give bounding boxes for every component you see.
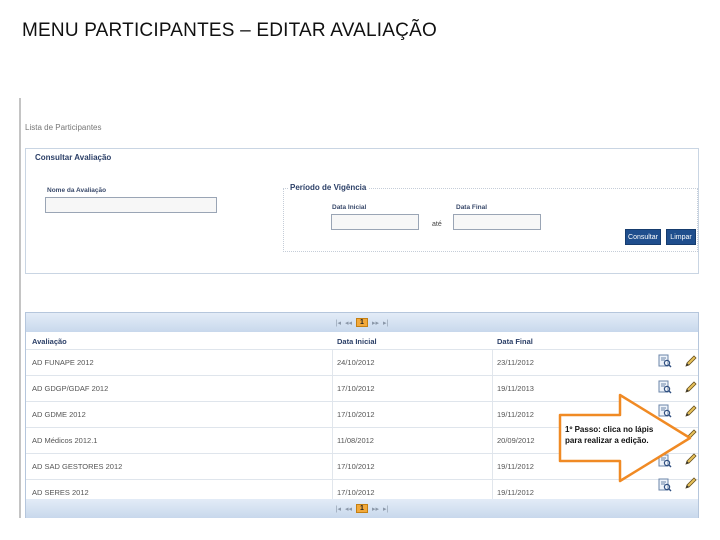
- start-date-label: Data Inicial: [332, 204, 367, 211]
- column-divider: [492, 402, 493, 428]
- pager-current-page[interactable]: 1: [356, 504, 368, 513]
- row-start-date: 17/10/2012: [337, 410, 375, 419]
- column-header-start-date[interactable]: Data Inicial: [337, 337, 377, 346]
- row-evaluation-name: AD SAD GESTORES 2012: [32, 462, 123, 471]
- row-end-date: 20/09/2012: [497, 436, 535, 445]
- left-border: [19, 98, 21, 518]
- column-divider: [332, 402, 333, 428]
- pager-bottom: |◂ ◂◂ 1 ▸▸ ▸|: [26, 499, 698, 518]
- between-text: até: [432, 221, 442, 228]
- row-end-date: 19/11/2012: [497, 488, 534, 497]
- clear-button[interactable]: Limpar: [666, 229, 696, 245]
- magnifier-document-icon[interactable]: [658, 380, 672, 394]
- row-start-date: 11/08/2012: [337, 436, 374, 445]
- row-evaluation-name: AD GDME 2012: [32, 410, 86, 419]
- column-divider: [492, 350, 493, 376]
- row-end-date: 19/11/2012: [497, 410, 534, 419]
- column-divider: [332, 376, 333, 402]
- row-evaluation-name: AD FUNAPE 2012: [32, 358, 94, 367]
- row-start-date: 17/10/2012: [337, 488, 375, 497]
- column-header-evaluation[interactable]: Avaliação: [32, 337, 67, 346]
- pager-next-button[interactable]: ▸▸: [372, 319, 379, 327]
- column-header-end-date[interactable]: Data Final: [497, 337, 533, 346]
- period-legend: Período de Vigência: [288, 183, 369, 192]
- pager-last-button[interactable]: ▸|: [383, 319, 388, 327]
- row-evaluation-name: AD SERES 2012: [32, 488, 89, 497]
- search-legend: Consultar Avaliação: [33, 153, 114, 162]
- page-label: Lista de Participantes: [25, 123, 102, 132]
- row-start-date: 24/10/2012: [337, 358, 375, 367]
- row-end-date: 23/11/2012: [497, 358, 534, 367]
- table-header: Avaliação Data Inicial Data Final: [26, 333, 698, 346]
- pager-current-page[interactable]: 1: [356, 318, 368, 327]
- pager-first-button[interactable]: |◂: [336, 319, 341, 327]
- column-divider: [492, 428, 493, 454]
- pencil-icon[interactable]: [684, 380, 698, 394]
- end-date-input[interactable]: [453, 214, 541, 230]
- row-evaluation-name: AD GDGP/GDAF 2012: [32, 384, 109, 393]
- start-date-input[interactable]: [331, 214, 419, 230]
- row-end-date: 19/11/2013: [497, 384, 534, 393]
- consult-button[interactable]: Consultar: [625, 229, 661, 245]
- slide-title: MENU PARTICIPANTES – EDITAR AVALIAÇÃO: [22, 20, 437, 41]
- column-divider: [332, 350, 333, 376]
- row-start-date: 17/10/2012: [337, 462, 375, 471]
- pencil-icon[interactable]: [684, 354, 698, 368]
- pager-prev-button[interactable]: ◂◂: [345, 505, 352, 513]
- callout-text: 1º Passo: clica no lápis para realizar a…: [565, 425, 654, 445]
- evaluation-name-label: Nome da Avaliação: [47, 187, 107, 194]
- pager-next-button[interactable]: ▸▸: [372, 505, 379, 513]
- end-date-label: Data Final: [456, 204, 488, 211]
- pager-last-button[interactable]: ▸|: [383, 505, 388, 513]
- evaluation-name-input[interactable]: [45, 197, 217, 213]
- column-divider: [492, 454, 493, 480]
- row-evaluation-name: AD Médicos 2012.1: [32, 436, 98, 445]
- column-divider: [332, 454, 333, 480]
- pager-prev-button[interactable]: ◂◂: [345, 319, 352, 327]
- column-divider: [492, 376, 493, 402]
- row-end-date: 19/11/2012: [497, 462, 534, 471]
- pager-first-button[interactable]: |◂: [336, 505, 341, 513]
- table-row: AD FUNAPE 2012 24/10/2012 23/11/2012: [26, 349, 698, 376]
- magnifier-document-icon[interactable]: [658, 354, 672, 368]
- pager-top: |◂ ◂◂ 1 ▸▸ ▸|: [26, 313, 698, 332]
- row-start-date: 17/10/2012: [337, 384, 375, 393]
- column-divider: [332, 428, 333, 454]
